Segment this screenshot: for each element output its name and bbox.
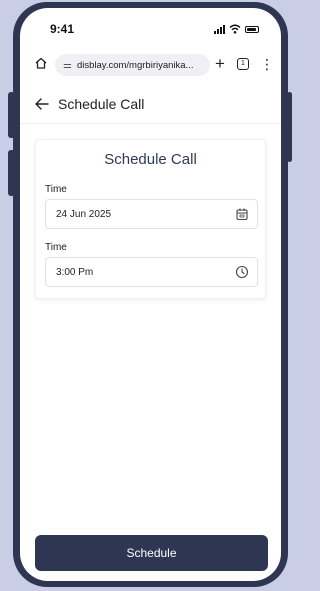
browser-toolbar: ⚌ disblay.com/mgrbiriyanika... + 1 ⋮ <box>20 48 281 82</box>
more-vertical-icon[interactable]: ⋮ <box>260 54 274 74</box>
calendar-icon[interactable] <box>235 207 249 221</box>
time-value[interactable]: 3:00 Pm <box>56 267 93 278</box>
tune-icon[interactable]: ⚌ <box>63 60 72 71</box>
status-time: 9:41 <box>50 22 75 36</box>
date-value[interactable]: 24 Jun 2025 <box>56 209 111 220</box>
clock-icon[interactable] <box>235 265 249 279</box>
tabs-icon[interactable]: 1 <box>237 58 249 70</box>
time-field[interactable]: 3:00 Pm <box>45 257 258 287</box>
new-tab-icon[interactable]: + <box>215 54 225 74</box>
schedule-call-card: Schedule Call Time 24 Jun 2025 Time 3:00… <box>35 139 266 299</box>
card-title: Schedule Call <box>104 151 197 168</box>
battery-icon <box>245 25 259 33</box>
address-bar[interactable]: ⚌ disblay.com/mgrbiriyanika... <box>55 54 210 76</box>
phone-frame: 9:41 ⚌ disblay.com/mgrbiriyanika... + 1 … <box>13 2 288 587</box>
date-field-label: Time <box>45 184 67 195</box>
time-field-label: Time <box>45 242 67 253</box>
date-field[interactable]: 24 Jun 2025 <box>45 199 258 229</box>
page-title: Schedule Call <box>58 96 145 112</box>
schedule-button[interactable]: Schedule <box>35 535 268 571</box>
status-bar: 9:41 <box>20 8 281 48</box>
signal-icon <box>214 24 225 34</box>
home-icon[interactable] <box>34 56 48 70</box>
phone-screen: 9:41 ⚌ disblay.com/mgrbiriyanika... + 1 … <box>20 8 281 581</box>
url-text[interactable]: disblay.com/mgrbiriyanika... <box>77 60 205 71</box>
app-header: Schedule Call <box>20 88 281 124</box>
status-icons <box>214 24 259 34</box>
wifi-icon <box>229 24 241 34</box>
back-arrow-icon[interactable] <box>34 96 50 112</box>
